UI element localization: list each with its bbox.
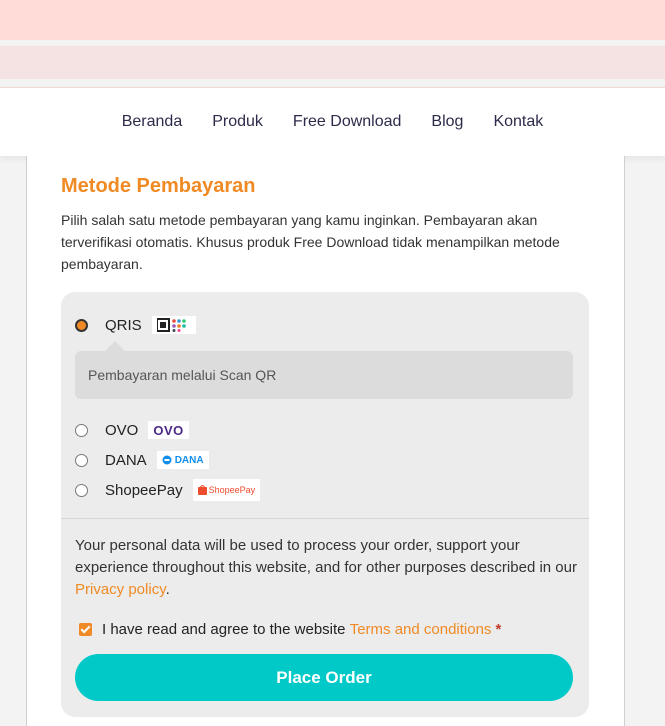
payment-title: Metode Pembayaran: [61, 175, 256, 197]
payment-method-shopeepay[interactable]: ShopeePay ShopeePay: [75, 479, 261, 501]
qris-note: Pembayaran melalui Scan QR: [75, 341, 573, 399]
divider: [61, 518, 589, 519]
ovo-logo-icon: OVO: [148, 421, 189, 439]
terms-link[interactable]: Terms and conditions: [350, 621, 492, 638]
payment-methods-box: QRIS Pembayaran melalui Scan QR OVO OVO …: [61, 292, 589, 717]
dana-logo-text: DANA: [174, 454, 204, 466]
shopeepay-logo-text: ShopeePay: [208, 485, 256, 495]
terms-checkbox[interactable]: [79, 623, 92, 636]
privacy-notice: Your personal data will be used to proce…: [75, 535, 580, 601]
required-marker: *: [495, 621, 502, 638]
checkout-card: Metode Pembayaran Pilih salah satu metod…: [26, 156, 625, 726]
privacy-text: Your personal data will be used to proce…: [75, 537, 577, 576]
privacy-policy-link[interactable]: Privacy policy: [75, 581, 166, 598]
nav-item-free-download[interactable]: Free Download: [293, 113, 402, 131]
payment-method-ovo[interactable]: OVO OVO: [75, 421, 189, 439]
qris-label: QRIS: [105, 316, 142, 334]
shopeepay-label: ShopeePay: [105, 481, 183, 499]
ovo-radio[interactable]: [75, 423, 88, 437]
dana-radio[interactable]: [75, 453, 88, 467]
ovo-label: OVO: [105, 421, 139, 439]
nav-item-produk[interactable]: Produk: [212, 113, 263, 131]
dana-label: DANA: [105, 451, 147, 469]
privacy-end: .: [165, 581, 170, 598]
dana-logo-icon: DANA: [156, 451, 209, 469]
terms-text: I have read and agree to the website: [102, 621, 346, 638]
payment-method-dana[interactable]: DANA DANA: [75, 451, 209, 469]
top-banner: [0, 0, 665, 40]
payment-description: Pilih salah satu metode pembayaran yang …: [61, 212, 560, 272]
shopeepay-radio[interactable]: [75, 483, 88, 497]
sub-banner: [0, 46, 665, 79]
qris-logo-icon: [151, 316, 196, 334]
main-nav: Beranda Produk Free Download Blog Kontak: [0, 87, 665, 156]
nav-item-beranda[interactable]: Beranda: [122, 113, 183, 131]
terms-agreement[interactable]: I have read and agree to the website Ter…: [79, 621, 501, 638]
qris-radio[interactable]: [75, 318, 88, 332]
nav-item-blog[interactable]: Blog: [431, 113, 463, 131]
shopeepay-logo-icon: ShopeePay: [192, 479, 261, 501]
nav-item-kontak[interactable]: Kontak: [493, 113, 543, 131]
payment-method-qris[interactable]: QRIS: [75, 316, 196, 334]
place-order-button[interactable]: Place Order: [75, 654, 573, 701]
